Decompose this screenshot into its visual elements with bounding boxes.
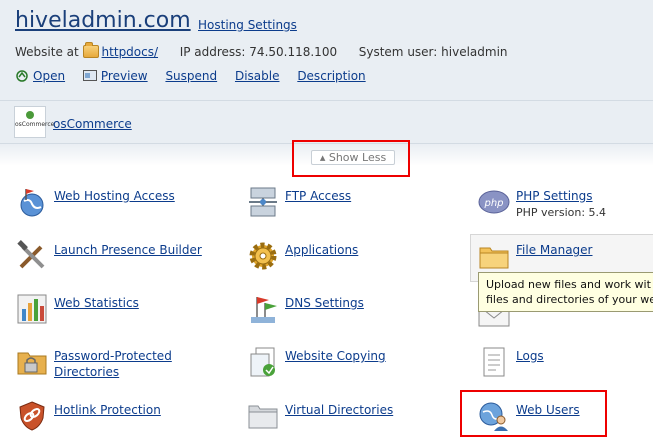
oscommerce-link[interactable]: osCommerce [53, 117, 132, 131]
password-protected-line2: Directories [54, 365, 120, 379]
website-info: Website at httpdocs/ IP address: 74.50.1… [15, 42, 508, 59]
website-path-link[interactable]: httpdocs/ [102, 45, 158, 59]
hotlink-protection-link[interactable]: Hotlink Protection [54, 402, 161, 418]
file-manager-tooltip: Upload new files and work wit files and … [478, 272, 653, 312]
preview-action[interactable]: Preview [82, 69, 152, 83]
suspend-link[interactable]: Suspend [165, 69, 217, 83]
file-manager-link[interactable]: File Manager [516, 242, 593, 258]
folder-stack-icon [248, 405, 278, 429]
domain-title[interactable]: hiveladmin.com [15, 8, 191, 33]
svg-text:php: php [483, 198, 503, 209]
shield-link-icon [19, 401, 45, 431]
virtual-directories-link[interactable]: Virtual Directories [285, 402, 393, 418]
dns-settings-link[interactable]: DNS Settings [285, 295, 364, 311]
preview-icon [82, 70, 97, 81]
system-user-label: System user: [358, 45, 438, 59]
dns-flags-icon [251, 297, 277, 323]
oscommerce-logo-mark [26, 111, 34, 119]
copy-pages-icon [250, 347, 275, 377]
hosting-settings-link[interactable]: Hosting Settings [198, 18, 297, 32]
open-link[interactable]: Open [33, 69, 65, 83]
applications-link[interactable]: Applications [285, 242, 358, 258]
globe-flag-icon [20, 189, 44, 217]
oscommerce-logo-text: osCommerce [15, 121, 55, 128]
oscommerce-logo[interactable]: osCommerce [14, 106, 54, 138]
folder-icon [479, 247, 509, 269]
tooltip-line2: files and directories of your we [486, 293, 653, 306]
locked-folder-icon [17, 352, 47, 375]
web-statistics-link[interactable]: Web Statistics [54, 295, 139, 311]
php-settings-link[interactable]: PHP Settings [516, 188, 593, 204]
open-icon [16, 70, 28, 82]
password-protected-line1: Password-Protected [54, 349, 172, 363]
website-actions: Open Preview Suspend Disable Description [15, 69, 380, 83]
website-at-label: Website at [15, 45, 79, 59]
php-version: PHP version: 5.4 [516, 206, 607, 219]
tooltip-line1: Upload new files and work wit [486, 278, 651, 291]
installed-apps-strip: osCommerce osCommerce [0, 100, 653, 144]
ftp-network-icon [249, 187, 277, 217]
php-icon: php [478, 190, 510, 214]
website-copying-link[interactable]: Website Copying [285, 348, 386, 364]
folder-icon [82, 42, 99, 58]
web-hosting-access-link[interactable]: Web Hosting Access [54, 188, 175, 204]
tools-icon [17, 240, 45, 269]
preview-link[interactable]: Preview [101, 69, 148, 83]
highlight-web-users [460, 390, 607, 437]
log-document-icon [483, 347, 505, 377]
launch-presence-builder-link[interactable]: Launch Presence Builder [54, 242, 202, 258]
gear-icon [249, 242, 277, 270]
bar-chart-icon [17, 294, 47, 324]
ip-label: IP address: [179, 45, 246, 59]
site-header: hiveladmin.com Hosting Settings Website … [0, 0, 653, 100]
password-protected-directories-link[interactable]: Password-Protected Directories [54, 348, 172, 380]
logs-link[interactable]: Logs [516, 348, 544, 364]
disable-link[interactable]: Disable [235, 69, 280, 83]
ip-value: 74.50.118.100 [249, 45, 338, 59]
highlight-show-less [292, 140, 410, 177]
open-action[interactable]: Open [15, 69, 69, 83]
ftp-access-link[interactable]: FTP Access [285, 188, 351, 204]
description-link[interactable]: Description [297, 69, 365, 83]
system-user-value: hiveladmin [441, 45, 508, 59]
